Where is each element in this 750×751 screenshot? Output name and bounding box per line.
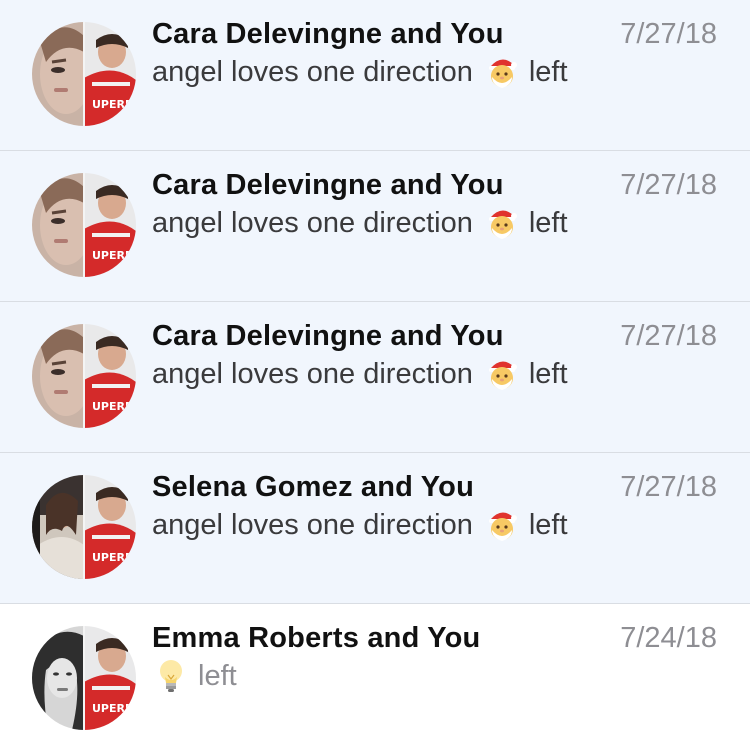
preview-text: angel loves one direction <box>152 206 473 239</box>
preview-status: left <box>198 659 237 692</box>
santa-face-icon <box>487 55 517 89</box>
conversation-date: 7/27/18 <box>620 18 717 50</box>
conversation-date: 7/27/18 <box>620 169 717 201</box>
conversation-title: Emma Roberts and You <box>152 622 481 654</box>
svg-text:UPERBR: UPERBR <box>92 98 136 111</box>
group-avatar[interactable]: UPERBR <box>32 626 136 730</box>
conversation-title: Cara Delevingne and You <box>152 320 504 352</box>
conversation-title: Cara Delevingne and You <box>152 18 504 50</box>
conversation-row[interactable]: UPERBR Cara Delevingne and You 7/27/18 a… <box>0 0 750 151</box>
santa-face-icon <box>487 357 517 391</box>
svg-text:UPERBR: UPERBR <box>92 702 136 715</box>
preview-status: left <box>528 508 568 541</box>
conversation-row[interactable]: UPERBR Cara Delevingne and You 7/27/18 a… <box>0 151 750 302</box>
conversation-date: 7/27/18 <box>620 471 717 503</box>
avatar-image: UPERBR <box>32 173 136 277</box>
santa-face-icon <box>487 206 517 240</box>
conversation-row[interactable]: UPERBR Emma Roberts and You 7/24/18 left <box>0 604 750 751</box>
preview-text: angel loves one direction <box>152 357 473 390</box>
group-avatar[interactable]: UPERBR <box>32 173 136 277</box>
conversation-date: 7/24/18 <box>620 622 717 654</box>
avatar-image: UPERBR <box>32 475 136 579</box>
conversation-date: 7/27/18 <box>620 320 717 352</box>
message-preview: angel loves one direction left <box>152 508 568 542</box>
group-avatar[interactable]: UPERBR <box>32 475 136 579</box>
preview-text: angel loves one direction <box>152 508 473 541</box>
preview-status: left <box>528 206 568 239</box>
conversation-title: Cara Delevingne and You <box>152 169 504 201</box>
avatar-image: UPERBR <box>32 324 136 428</box>
conversation-row[interactable]: UPERBR Cara Delevingne and You 7/27/18 a… <box>0 302 750 453</box>
preview-status: left <box>528 55 568 88</box>
svg-text:UPERBR: UPERBR <box>92 249 136 262</box>
message-preview: angel loves one direction left <box>152 206 568 240</box>
conversation-row[interactable]: UPERBR Selena Gomez and You 7/27/18 ange… <box>0 453 750 604</box>
preview-status: left <box>528 357 568 390</box>
light-bulb-icon <box>158 659 184 693</box>
conversation-list: UPERBR Cara Delevingne and You 7/27/18 a… <box>0 0 750 751</box>
conversation-title: Selena Gomez and You <box>152 471 475 503</box>
message-preview: left <box>152 659 237 693</box>
avatar-image: UPERBR <box>32 626 136 730</box>
svg-text:UPERBR: UPERBR <box>92 400 136 413</box>
message-preview: angel loves one direction left <box>152 357 568 391</box>
message-preview: angel loves one direction left <box>152 55 568 89</box>
svg-text:UPERBR: UPERBR <box>92 551 136 564</box>
santa-face-icon <box>487 508 517 542</box>
avatar-image: UPERBR <box>32 22 136 126</box>
group-avatar[interactable]: UPERBR <box>32 324 136 428</box>
preview-text: angel loves one direction <box>152 55 473 88</box>
group-avatar[interactable]: UPERBR <box>32 22 136 126</box>
